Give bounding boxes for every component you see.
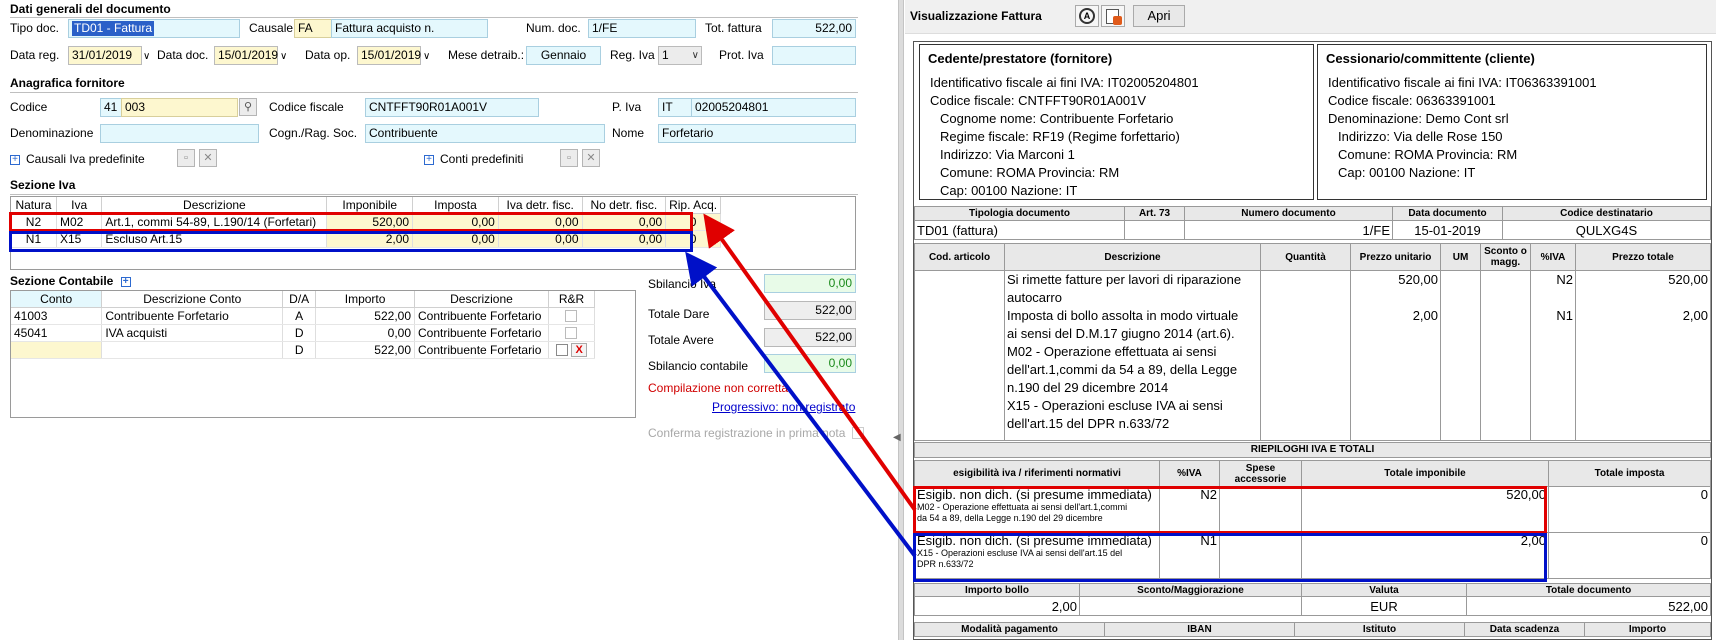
annotation-arrow-blue xyxy=(685,251,917,558)
annotation-arrows xyxy=(685,213,917,558)
annotation-arrow-red xyxy=(703,213,917,512)
